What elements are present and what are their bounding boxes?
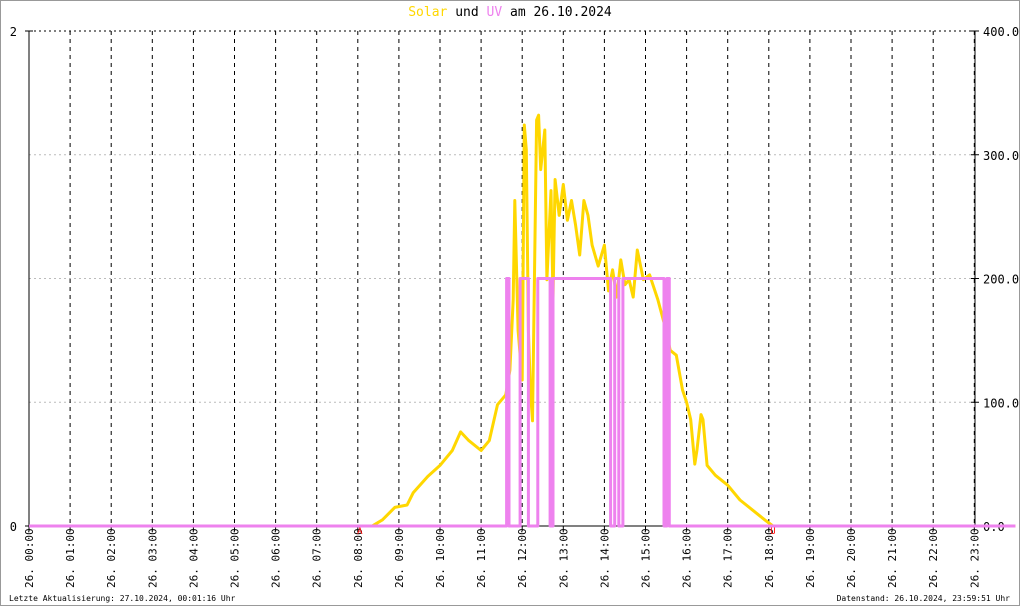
x-tick-label: 26. 05:00 (229, 528, 242, 588)
x-tick-label: 26. 11:00 (475, 528, 488, 588)
x-tick-label: 26. 06:00 (270, 528, 283, 588)
x-tick-label: 26. 01:00 (64, 528, 77, 588)
right-tick-label: 100.0 (983, 396, 1019, 410)
left-tick-label: 2 (10, 25, 17, 39)
x-tick-label: 26. 02:00 (105, 528, 118, 588)
x-tick-label: 26. 04:00 (187, 528, 200, 588)
x-tick-label: 26. 15:00 (640, 528, 653, 588)
x-tick-label: 26. 03:00 (146, 528, 159, 588)
right-tick-label: 400.0 (983, 25, 1019, 39)
x-tick-label: 26. 08:00 (352, 528, 365, 588)
x-tick-label: 26. 09:00 (393, 528, 406, 588)
x-tick-label: 26. 23:00 (968, 528, 981, 588)
x-tick-label: 26. 07:00 (311, 528, 324, 588)
x-tick-label: 26. 22:00 (927, 528, 940, 588)
x-tick-label: 26. 21:00 (886, 528, 899, 588)
right-tick-label: 300.0 (983, 149, 1019, 163)
x-tick-label: 26. 14:00 (598, 528, 611, 588)
x-tick-label: 26. 12:00 (516, 528, 529, 588)
data-timestamp: Datenstand: 26.10.2024, 23:59:51 Uhr (836, 594, 1010, 603)
x-tick-label: 26. 18:00 (763, 528, 776, 588)
x-tick-label: 26. 13:00 (557, 528, 570, 588)
x-tick-label: 26. 17:00 (722, 528, 735, 588)
x-tick-label: 26. 19:00 (804, 528, 817, 588)
marker-a: A (357, 527, 363, 537)
x-tick-label: 26. 20:00 (845, 528, 858, 588)
last-update: Letzte Aktualisierung: 27.10.2024, 00:01… (9, 594, 236, 603)
x-tick-label: 26. 10:00 (434, 528, 447, 588)
x-tick-label: 26. 00:00 (23, 528, 36, 588)
left-tick-label: 0 (10, 520, 17, 534)
x-tick-label: 26. 16:00 (681, 528, 694, 588)
marker-u: U (770, 527, 775, 537)
chart-svg: 400.0300.0200.0100.00.02026. 00:00 26. 01… (10, 25, 1019, 588)
right-tick-label: 200.0 (983, 273, 1019, 287)
